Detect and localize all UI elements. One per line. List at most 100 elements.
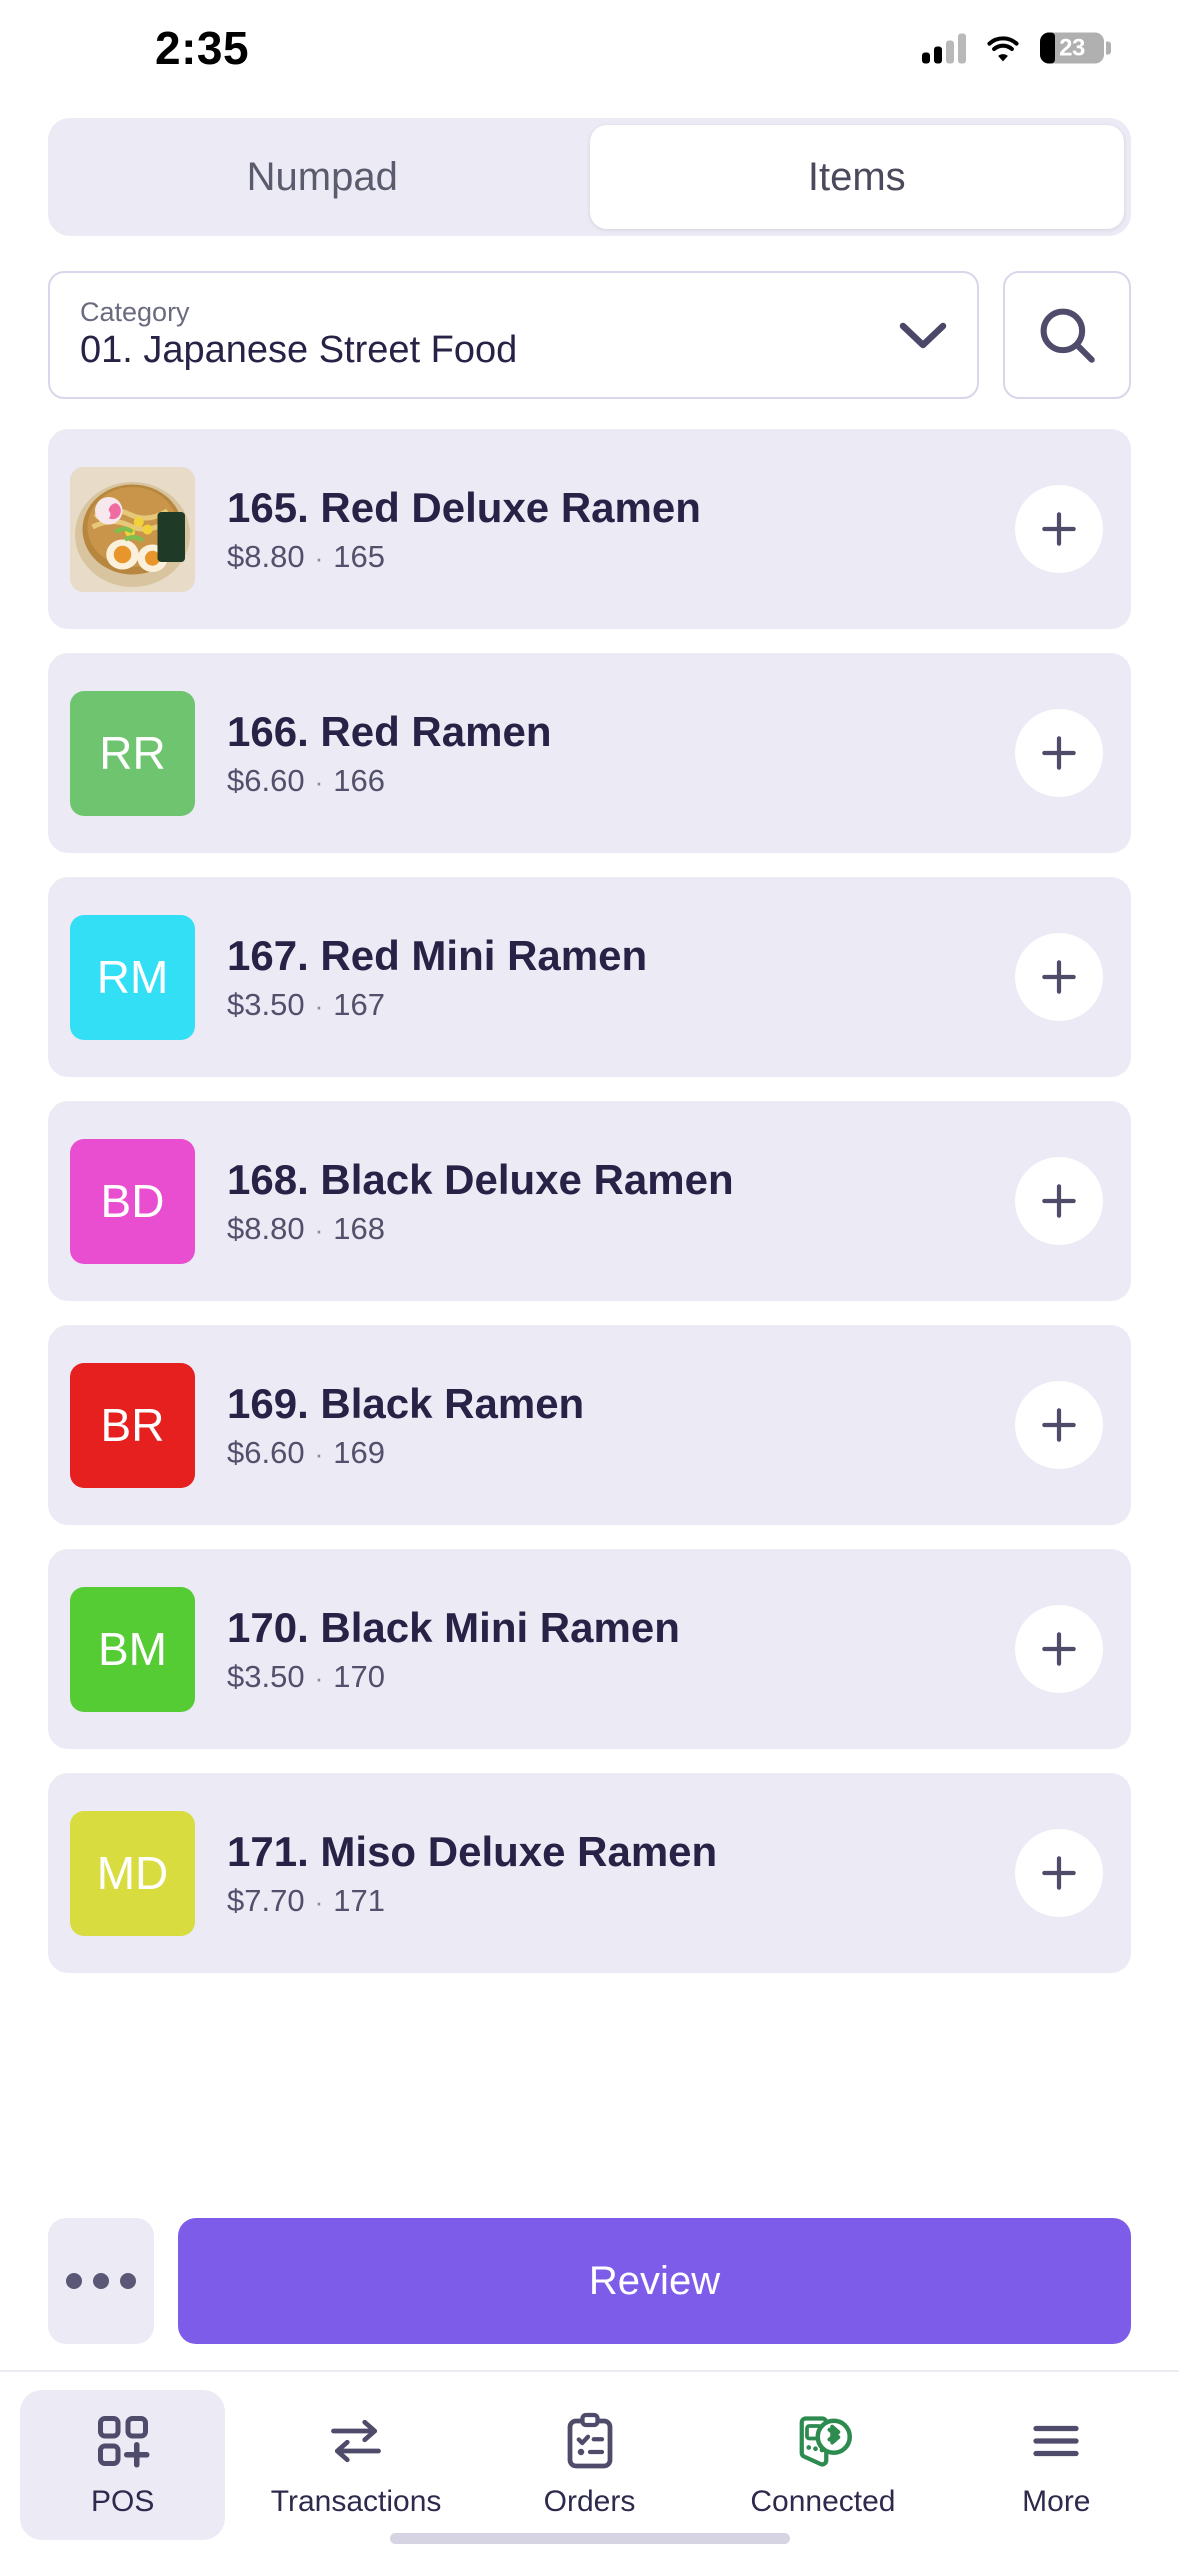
item-name: 171. Miso Deluxe Ramen [227, 1830, 718, 1875]
item-meta: $3.50 · 167 [227, 989, 1015, 1020]
list-item[interactable]: BM 170. Black Mini Ramen $3.50 · 170 [48, 1549, 1131, 1749]
battery-percent: 23 [1059, 34, 1085, 61]
transfer-arrows-icon [331, 2419, 381, 2463]
tab-orders[interactable]: Orders [473, 2372, 706, 2556]
tab-label: Orders [543, 2485, 636, 2518]
tab-label: Transactions [270, 2485, 442, 2518]
add-item-button[interactable] [1015, 1605, 1103, 1693]
item-name: 165. Red Deluxe Ramen [227, 486, 701, 531]
meta-separator: · [314, 1438, 324, 1469]
list-item[interactable]: 165. Red Deluxe Ramen $8.80 · 165 [48, 429, 1131, 629]
item-thumbnail-initials: MD [70, 1810, 195, 1936]
item-name: 168. Black Deluxe Ramen [227, 1158, 734, 1203]
item-name: 170. Black Mini Ramen [227, 1606, 680, 1651]
category-label: Category [80, 297, 190, 328]
item-meta: $3.50 · 170 [227, 1661, 1015, 1692]
more-options-button[interactable] [48, 2218, 154, 2344]
meta-separator: · [314, 766, 324, 797]
clipboard-check-icon [567, 2412, 612, 2469]
home-indicator [389, 2533, 790, 2544]
item-price: $6.60 [227, 762, 305, 798]
item-meta: $6.60 · 169 [227, 1437, 1015, 1468]
list-item[interactable]: RR 166. Red Ramen $6.60 · 166 [48, 653, 1131, 853]
item-price: $6.60 [227, 1434, 305, 1470]
item-code: 166 [333, 762, 385, 798]
action-bar: Review [0, 2198, 1179, 2370]
plus-icon [1042, 512, 1076, 546]
wifi-icon [987, 36, 1019, 62]
tab-items[interactable]: Items [589, 125, 1124, 229]
item-thumbnail-initials: RR [70, 690, 195, 816]
item-list[interactable]: 165. Red Deluxe Ramen $8.80 · 165 RR 166. … [0, 399, 1179, 2198]
item-thumbnail-initials: RM [70, 914, 195, 1040]
list-item[interactable]: BD 168. Black Deluxe Ramen $8.80 · 168 [48, 1101, 1131, 1301]
status-bar-indicators: 23 [922, 32, 1111, 64]
item-code: 165 [333, 538, 385, 574]
meta-separator: · [314, 1662, 324, 1693]
meta-separator: · [314, 542, 324, 573]
add-item-button[interactable] [1015, 1829, 1103, 1917]
meta-separator: · [314, 1886, 324, 1917]
category-dropdown[interactable]: Category 01. Japanese Street Food [48, 271, 979, 399]
list-item[interactable]: RM 167. Red Mini Ramen $3.50 · 167 [48, 877, 1131, 1077]
tab-label: More [1022, 2485, 1091, 2518]
add-item-button[interactable] [1015, 933, 1103, 1021]
add-item-button[interactable] [1015, 1381, 1103, 1469]
item-name: 169. Black Ramen [227, 1382, 585, 1427]
chevron-down-icon [899, 322, 947, 349]
item-thumbnail-photo [70, 466, 195, 592]
battery-icon: 23 [1040, 32, 1111, 64]
item-code: 169 [333, 1434, 385, 1470]
tab-label: POS [91, 2485, 155, 2518]
ellipsis-icon [66, 2273, 82, 2289]
tab-connected[interactable]: Connected [706, 2372, 939, 2556]
item-price: $7.70 [227, 1882, 305, 1918]
item-meta: $8.80 · 165 [227, 541, 1015, 572]
search-button[interactable] [1003, 271, 1131, 399]
bottom-tab-bar: POS Transactions Orders Connected More [0, 2370, 1179, 2556]
status-bar-time: 2:35 [155, 22, 250, 74]
list-item[interactable]: MD 171. Miso Deluxe Ramen $7.70 · 171 [48, 1773, 1131, 1973]
item-price: $8.80 [227, 538, 305, 574]
plus-icon [1042, 1408, 1076, 1442]
plus-icon [1042, 736, 1076, 770]
item-meta: $7.70 · 171 [227, 1885, 1015, 1916]
mode-switcher: Numpad Items [0, 96, 1179, 236]
tab-transactions[interactable]: Transactions [239, 2372, 472, 2556]
add-item-button[interactable] [1015, 485, 1103, 573]
item-code: 170 [333, 1658, 385, 1694]
grid-plus-icon [97, 2416, 150, 2468]
item-thumbnail-initials: BR [70, 1362, 195, 1488]
app-screen: 2:35 23 Numpad Items Category 01. Japane… [0, 0, 1179, 2556]
item-code: 171 [333, 1882, 385, 1918]
plus-icon [1042, 960, 1076, 994]
item-meta: $6.60 · 166 [227, 765, 1015, 796]
plus-icon [1042, 1184, 1076, 1218]
status-bar: 2:35 23 [0, 0, 1179, 96]
meta-separator: · [314, 1214, 324, 1245]
item-price: $3.50 [227, 986, 305, 1022]
plus-icon [1042, 1632, 1076, 1666]
list-item[interactable]: BR 169. Black Ramen $6.60 · 169 [48, 1325, 1131, 1525]
item-thumbnail-initials: BD [70, 1138, 195, 1264]
category-search-row: Category 01. Japanese Street Food [0, 236, 1179, 399]
item-price: $8.80 [227, 1210, 305, 1246]
cellular-signal-icon [922, 33, 966, 64]
item-price: $3.50 [227, 1658, 305, 1694]
search-icon [1040, 308, 1095, 363]
item-code: 168 [333, 1210, 385, 1246]
item-name: 166. Red Ramen [227, 710, 552, 755]
review-button[interactable]: Review [178, 2218, 1131, 2344]
item-meta: $8.80 · 168 [227, 1213, 1015, 1244]
item-thumbnail-initials: BM [70, 1586, 195, 1712]
tab-more[interactable]: More [940, 2372, 1173, 2556]
tab-pos[interactable]: POS [6, 2372, 239, 2556]
tab-numpad[interactable]: Numpad [55, 125, 590, 229]
add-item-button[interactable] [1015, 709, 1103, 797]
meta-separator: · [314, 990, 324, 1021]
plus-icon [1042, 1856, 1076, 1890]
hamburger-icon [1033, 2425, 1079, 2457]
ramen-bowl-image [70, 466, 195, 592]
add-item-button[interactable] [1015, 1157, 1103, 1245]
item-code: 167 [333, 986, 385, 1022]
